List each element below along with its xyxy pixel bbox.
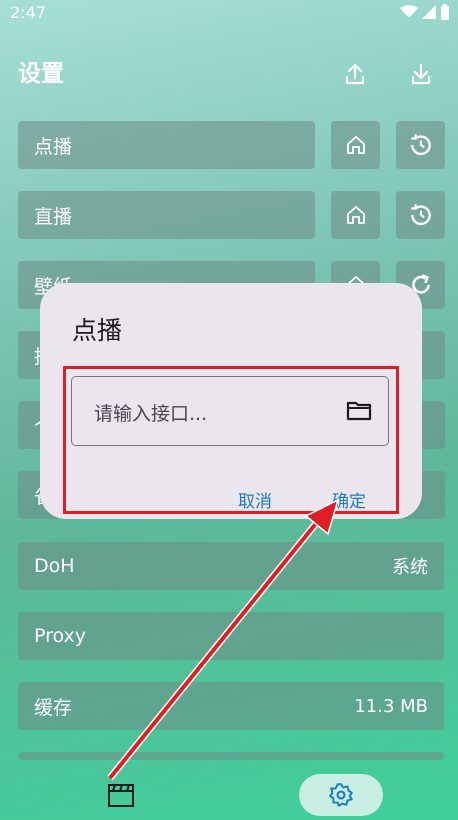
download-button[interactable] [407, 60, 435, 88]
highlight-annotation [63, 366, 399, 514]
setting-label: 点播 [34, 135, 73, 158]
nav-vod-tab[interactable] [106, 782, 136, 812]
download-icon [411, 63, 431, 85]
home-icon [346, 205, 365, 224]
setting-label: 缓存 [34, 696, 73, 719]
dialog-title: 点播 [72, 316, 123, 345]
history-icon [410, 134, 431, 156]
setting-live[interactable]: 直播 [18, 191, 315, 239]
upload-icon [345, 63, 365, 85]
home-icon [346, 135, 365, 154]
status-bar: 2:47 [0, 0, 458, 26]
setting-value: 系统 [392, 557, 428, 578]
upload-button[interactable] [341, 60, 369, 88]
setting-row-partial[interactable] [18, 752, 444, 760]
setting-vod[interactable]: 点播 [18, 121, 315, 169]
setting-cache[interactable]: 缓存 11.3 MB [18, 682, 444, 730]
nav-settings-tab[interactable] [299, 774, 383, 816]
signal-icon [422, 5, 436, 19]
clapperboard-icon [108, 784, 134, 807]
gear-icon [329, 783, 353, 807]
setting-label: DoH [34, 555, 75, 577]
setting-label: 直播 [34, 205, 73, 228]
battery-icon [441, 4, 449, 20]
home-button[interactable] [331, 191, 380, 239]
status-time: 2:47 [10, 3, 46, 22]
status-icons [400, 4, 450, 20]
setting-doh[interactable]: DoH 系统 [18, 542, 444, 590]
history-icon [410, 204, 431, 226]
setting-value: 11.3 MB [354, 695, 428, 717]
setting-label: Proxy [34, 625, 87, 647]
bottom-navigation [0, 760, 458, 820]
wifi-icon [400, 5, 418, 18]
page-title: 设置 [18, 61, 64, 87]
setting-proxy[interactable]: Proxy [18, 612, 444, 660]
home-button[interactable] [331, 121, 380, 169]
history-button[interactable] [396, 191, 445, 239]
history-button[interactable] [396, 121, 445, 169]
